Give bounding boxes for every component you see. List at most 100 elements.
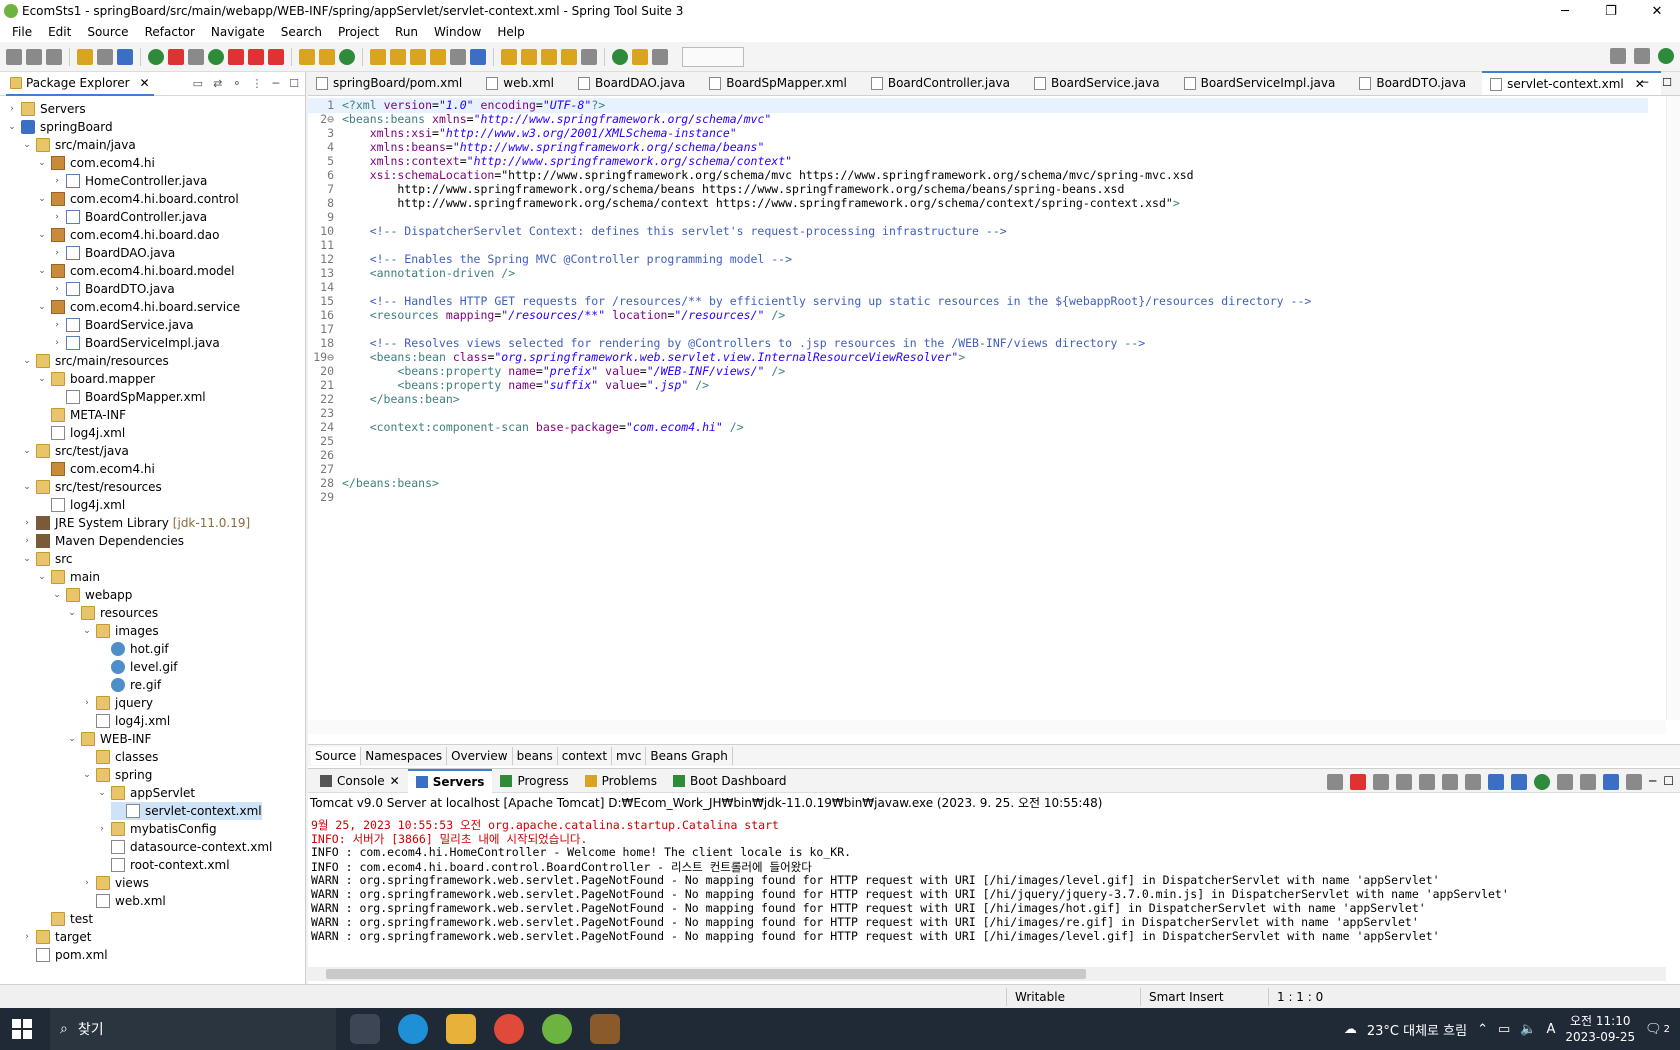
tree-item[interactable]: web.xml (81, 892, 166, 910)
tree-item[interactable]: log4j.xml (81, 712, 170, 730)
expand-toggle-icon[interactable]: › (51, 320, 63, 330)
view-menu-icon[interactable]: ⋮ (252, 77, 263, 90)
expand-toggle-icon[interactable]: › (51, 284, 63, 294)
chrome-icon[interactable] (494, 1014, 524, 1044)
tree-item[interactable]: › BoardDAO.java (51, 244, 175, 262)
toolbar-combo[interactable] (682, 46, 744, 67)
tree-item[interactable]: hot.gif (96, 640, 169, 658)
console-tab[interactable]: Problems (577, 769, 665, 793)
expand-toggle-icon[interactable]: ⌄ (36, 374, 48, 384)
tree-item[interactable]: › HomeController.java (51, 172, 207, 190)
menu-help[interactable]: Help (489, 25, 532, 39)
expand-toggle-icon[interactable]: › (96, 824, 108, 834)
volume-icon[interactable]: 🔈 (1520, 1022, 1536, 1037)
expand-toggle-icon[interactable]: › (51, 176, 63, 186)
expand-toggle-icon[interactable]: ⌄ (21, 356, 33, 366)
expand-toggle-icon[interactable]: › (6, 104, 18, 114)
taskbar-search[interactable]: ⌕ 찾기 (50, 1008, 336, 1050)
task-view-icon[interactable] (350, 1014, 380, 1044)
tree-item[interactable]: › JRE System Library [jdk-11.0.19] (21, 514, 250, 532)
tree-item[interactable]: ⌄ com.ecom4.hi.board.service (36, 298, 240, 316)
xml-page-tab[interactable]: context (558, 746, 613, 765)
clock[interactable]: 오전 11:10 2023-09-25 (1565, 1013, 1635, 1045)
expand-toggle-icon[interactable]: ⌄ (21, 482, 33, 492)
pencil-icon[interactable] (410, 48, 426, 65)
expand-toggle-icon[interactable]: › (81, 698, 93, 708)
file-explorer-icon[interactable] (446, 1014, 476, 1044)
expand-toggle-icon[interactable]: ⌄ (96, 788, 108, 798)
tree-item[interactable]: META-INF (36, 406, 126, 424)
expand-toggle-icon[interactable]: › (21, 932, 33, 942)
tree-item[interactable]: re.gif (96, 676, 161, 694)
tree-item[interactable]: level.gif (96, 658, 178, 676)
xml-page-tab[interactable]: Namespaces (361, 746, 448, 765)
xml-page-tab[interactable]: mvc (612, 746, 647, 765)
console-output[interactable]: 9월 25, 2023 10:55:53 오전 org.apache.catal… (308, 815, 1666, 965)
open-type-icon[interactable] (77, 48, 93, 65)
java-tools-icon[interactable] (1603, 774, 1619, 790)
tree-item[interactable]: ⌄ webapp (51, 586, 132, 604)
tree-item[interactable]: ⌄ board.mapper (36, 370, 155, 388)
restore-button[interactable]: ❐ (1588, 0, 1634, 22)
xml-page-tab[interactable]: beans (513, 746, 558, 765)
tree-item[interactable]: › BoardService.java (51, 316, 194, 334)
display-console-icon[interactable] (1557, 774, 1573, 790)
expand-toggle-icon[interactable]: ⌄ (36, 194, 48, 204)
tree-item[interactable]: ⌄ com.ecom4.hi.board.control (36, 190, 239, 208)
tree-item[interactable]: test (36, 910, 93, 928)
previous-annotation-icon[interactable] (521, 48, 537, 65)
link-with-editor-icon[interactable]: ⇄ (213, 77, 222, 90)
pin-console-icon[interactable] (1534, 774, 1550, 790)
tree-item[interactable]: › Maven Dependencies (21, 532, 184, 550)
expand-toggle-icon[interactable]: ⌄ (66, 734, 78, 744)
menu-source[interactable]: Source (79, 25, 136, 39)
tray-chevron-icon[interactable]: ⌃ (1477, 1022, 1488, 1037)
tree-item[interactable]: › BoardController.java (51, 208, 207, 226)
console-tab[interactable]: Progress (492, 769, 576, 793)
tree-item[interactable]: › target (21, 928, 92, 946)
console-tab[interactable]: Console ✕ (312, 769, 408, 793)
tree-item[interactable]: ⌄ WEB-INF (66, 730, 151, 748)
tree-item[interactable]: › views (81, 874, 149, 892)
tree-item[interactable]: log4j.xml (36, 424, 125, 442)
notification-icon[interactable]: 🗨 (1645, 1022, 1662, 1037)
menu-navigate[interactable]: Navigate (203, 25, 273, 39)
console-tab[interactable]: Servers (407, 768, 493, 793)
code-editor[interactable]: 1 <?xml version="1.0" encoding="UTF-8"?> 2… (308, 96, 1666, 720)
expand-toggle-icon[interactable]: ⌄ (81, 770, 93, 780)
new-java-package-icon[interactable] (299, 48, 315, 65)
relaunch-icon[interactable] (1327, 774, 1343, 790)
expand-toggle-icon[interactable]: › (51, 248, 63, 258)
tree-item[interactable]: › jquery (81, 694, 153, 712)
terminate-icon[interactable] (248, 48, 264, 65)
menu-edit[interactable]: Edit (40, 25, 79, 39)
collapse-all-icon[interactable]: ▭ (193, 77, 203, 90)
edge-icon[interactable] (398, 1014, 428, 1044)
tree-item[interactable]: ⌄ src (21, 550, 73, 568)
new-java-class-icon[interactable] (319, 48, 335, 65)
stop-icon[interactable] (168, 48, 184, 65)
annotation-icon[interactable] (450, 48, 466, 65)
expand-toggle-icon[interactable]: ⌄ (36, 302, 48, 312)
tree-item[interactable]: com.ecom4.hi (36, 460, 155, 478)
editor-tab[interactable]: springBoard/pom.xml (308, 71, 478, 95)
expand-toggle-icon[interactable]: ⌄ (21, 140, 33, 150)
editor-tab[interactable]: BoardService.java (1026, 71, 1176, 95)
expand-toggle-icon[interactable]: ⌄ (36, 572, 48, 582)
tree-item[interactable]: ⌄ resources (66, 604, 158, 622)
tree-item[interactable]: ⌄ src/main/java (21, 136, 136, 154)
tree-item[interactable]: ⌄ springBoard (6, 118, 113, 136)
search-files-icon[interactable] (430, 48, 446, 65)
editor-tab[interactable]: BoardController.java (863, 71, 1026, 95)
expand-toggle-icon[interactable]: › (51, 338, 63, 348)
expand-toggle-icon[interactable]: ⌄ (21, 446, 33, 456)
scroll-lock-icon[interactable] (1442, 774, 1458, 790)
search-icon[interactable] (1610, 48, 1626, 64)
expand-toggle-icon[interactable]: › (81, 878, 93, 888)
expand-toggle-icon[interactable]: › (21, 536, 33, 546)
menu-window[interactable]: Window (426, 25, 489, 39)
tree-item[interactable]: ⌄ appServlet (96, 784, 195, 802)
expand-toggle-icon[interactable]: ⌄ (36, 230, 48, 240)
open-folder-icon[interactable] (370, 48, 386, 65)
new-icon[interactable] (6, 48, 22, 65)
